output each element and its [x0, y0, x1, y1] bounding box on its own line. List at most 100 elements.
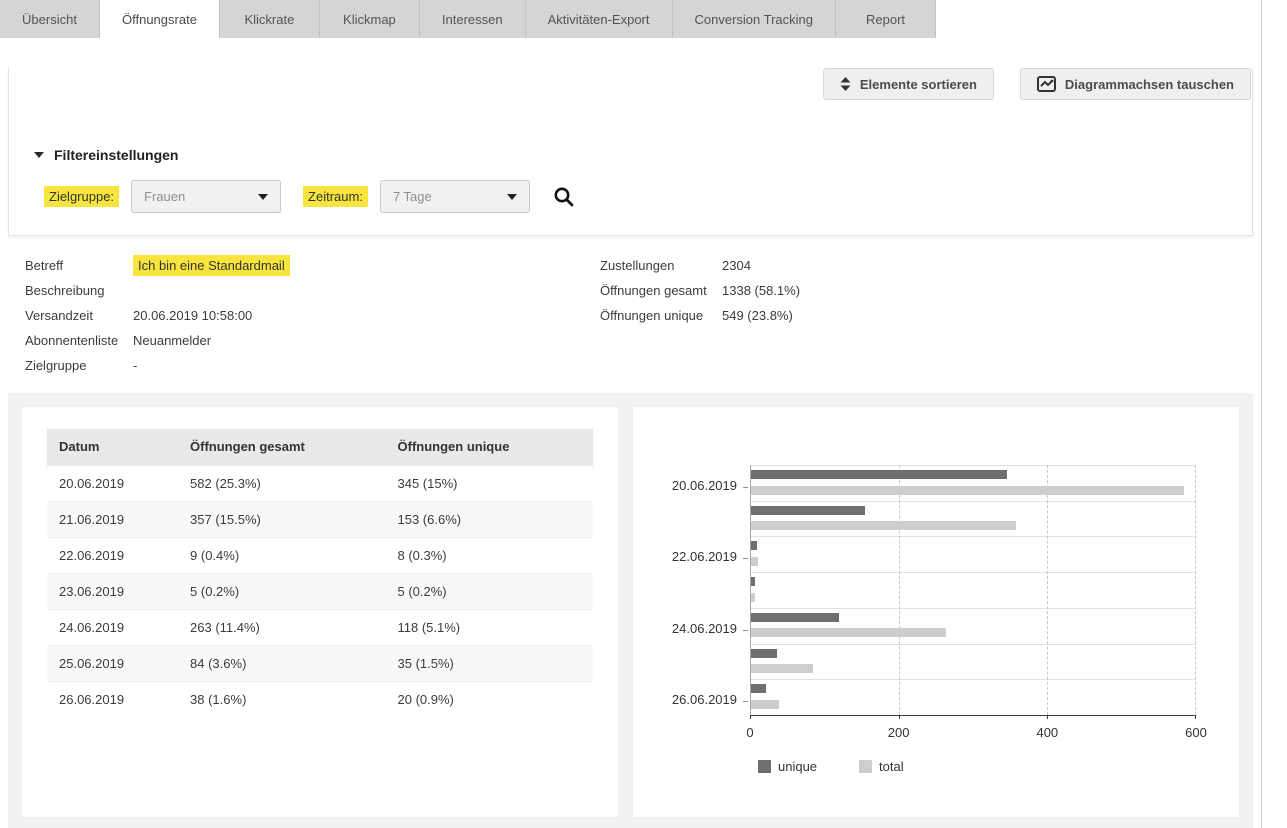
- bar-total: [751, 557, 758, 566]
- table-row: 24.06.2019263 (11.4%)118 (5.1%): [47, 609, 593, 645]
- x-tick: [750, 715, 751, 719]
- detail-label: Betreff: [25, 253, 133, 278]
- y-axis-line: [750, 465, 751, 715]
- table-cell: 5 (0.2%): [178, 573, 385, 609]
- chart-legend: unique total: [758, 759, 904, 774]
- mailing-details: BetreffIch bin eine StandardmailBeschrei…: [0, 236, 1261, 378]
- table-header-cell: Öffnungen gesamt: [178, 429, 385, 465]
- gridline: [1195, 465, 1196, 715]
- chevron-down-icon: [507, 194, 517, 200]
- table-cell: 25.06.2019: [47, 645, 178, 681]
- x-tick: [1047, 715, 1048, 719]
- table-row: 20.06.2019582 (25.3%)345 (15%): [47, 465, 593, 501]
- results-panel: DatumÖffnungen gesamtÖffnungen unique 20…: [8, 393, 1253, 828]
- tab-interessen[interactable]: Interessen: [420, 0, 526, 38]
- collapse-arrow-icon: [34, 152, 44, 158]
- bar-unique: [751, 684, 766, 693]
- detail-row: Zielgruppe-: [25, 353, 600, 378]
- legend-label: unique: [778, 759, 817, 774]
- bar-total: [751, 700, 779, 709]
- x-tick: [1195, 715, 1196, 719]
- bar-unique: [751, 649, 777, 658]
- table-header-cell: Öffnungen unique: [386, 429, 594, 465]
- bar-total: [751, 593, 755, 602]
- detail-value: Ich bin eine Standardmail: [133, 253, 290, 278]
- detail-value: 1338 (58.1%): [722, 278, 800, 303]
- bar-total: [751, 664, 813, 673]
- target-group-value: Frauen: [144, 189, 185, 204]
- bar-unique: [751, 470, 1007, 479]
- legend-swatch: [859, 760, 872, 773]
- tab-conversion-tracking[interactable]: Conversion Tracking: [673, 0, 837, 38]
- y-tick: [743, 487, 748, 488]
- target-group-label: Zielgruppe:: [44, 186, 119, 207]
- table-cell: 153 (6.6%): [386, 501, 594, 537]
- sort-icon: [840, 77, 851, 91]
- target-group-select[interactable]: Frauen: [131, 180, 281, 213]
- search-button[interactable]: [552, 185, 576, 209]
- bar-unique: [751, 613, 839, 622]
- table-cell: 118 (5.1%): [386, 609, 594, 645]
- detail-row: Öffnungen gesamt1338 (58.1%): [600, 278, 800, 303]
- bar-chart-plot: 20.06.201922.06.201924.06.201926.06.2019…: [750, 465, 1196, 715]
- gridline: [1047, 465, 1048, 715]
- gridline: [750, 679, 1196, 680]
- gridline: [750, 608, 1196, 609]
- detail-row: AbonnentenlisteNeuanmelder: [25, 328, 600, 353]
- table-cell: 38 (1.6%): [178, 681, 385, 717]
- table-cell: 35 (1.5%): [386, 645, 594, 681]
- table-cell: 357 (15.5%): [178, 501, 385, 537]
- detail-label: Öffnungen gesamt: [600, 278, 722, 303]
- legend-swatch: [758, 760, 771, 773]
- chevron-down-icon: [258, 194, 268, 200]
- openings-chart-card: 20.06.201922.06.201924.06.201926.06.2019…: [633, 407, 1239, 817]
- bar-total: [751, 521, 1016, 530]
- y-tick: [743, 630, 748, 631]
- tab-bar: ÜbersichtÖffnungsrateKlickrateKlickmapIn…: [0, 0, 1261, 38]
- tab-übersicht[interactable]: Übersicht: [0, 0, 100, 38]
- tab-report[interactable]: Report: [836, 0, 936, 38]
- gridline: [750, 572, 1196, 573]
- detail-value: -: [133, 353, 137, 378]
- highlighted-value: Ich bin eine Standardmail: [133, 255, 290, 276]
- tab-klickrate[interactable]: Klickrate: [220, 0, 320, 38]
- detail-label: Zielgruppe: [25, 353, 133, 378]
- swap-chart-axes-label: Diagrammachsen tauschen: [1065, 77, 1234, 92]
- legend-item-unique: unique: [758, 759, 817, 774]
- table-row: 22.06.20199 (0.4%)8 (0.3%): [47, 537, 593, 573]
- y-tick: [743, 701, 748, 702]
- y-tick: [743, 558, 748, 559]
- filter-settings-toggle[interactable]: Filtereinstellungen: [34, 147, 178, 163]
- x-axis-label: 400: [1017, 725, 1077, 740]
- legend-item-total: total: [859, 759, 904, 774]
- table-cell: 8 (0.3%): [386, 537, 594, 573]
- x-axis-line: [750, 715, 1196, 716]
- x-tick: [899, 715, 900, 719]
- filter-row: Zielgruppe: Frauen Zeitraum: 7 Tage: [44, 180, 1252, 213]
- y-axis-label: 20.06.2019: [647, 479, 737, 492]
- gridline: [750, 465, 1196, 466]
- sort-elements-button[interactable]: Elemente sortieren: [823, 68, 994, 100]
- bar-unique: [751, 506, 865, 515]
- table-cell: 582 (25.3%): [178, 465, 385, 501]
- sort-elements-label: Elemente sortieren: [860, 77, 977, 92]
- tab-öffnungsrate[interactable]: Öffnungsrate: [100, 0, 220, 38]
- tab-aktivitäten-export[interactable]: Aktivitäten-Export: [526, 0, 673, 38]
- table-cell: 24.06.2019: [47, 609, 178, 645]
- tab-klickmap[interactable]: Klickmap: [320, 0, 420, 38]
- detail-label: Abonnentenliste: [25, 328, 133, 353]
- swap-chart-axes-button[interactable]: Diagrammachsen tauschen: [1020, 68, 1251, 100]
- detail-row: Beschreibung: [25, 278, 600, 303]
- table-cell: 84 (3.6%): [178, 645, 385, 681]
- table-cell: 20 (0.9%): [386, 681, 594, 717]
- toolbar: Elemente sortieren Diagrammachsen tausch…: [9, 68, 1252, 100]
- detail-row: Öffnungen unique549 (23.8%): [600, 303, 800, 328]
- table-row: 26.06.201938 (1.6%)20 (0.9%): [47, 681, 593, 717]
- mailing-details-right: Zustellungen2304Öffnungen gesamt1338 (58…: [600, 253, 800, 378]
- search-icon: [552, 185, 576, 209]
- detail-value: Neuanmelder: [133, 328, 211, 353]
- mailing-details-left: BetreffIch bin eine StandardmailBeschrei…: [25, 253, 600, 378]
- openings-table-card: DatumÖffnungen gesamtÖffnungen unique 20…: [22, 407, 618, 817]
- table-cell: 23.06.2019: [47, 573, 178, 609]
- period-select[interactable]: 7 Tage: [380, 180, 530, 213]
